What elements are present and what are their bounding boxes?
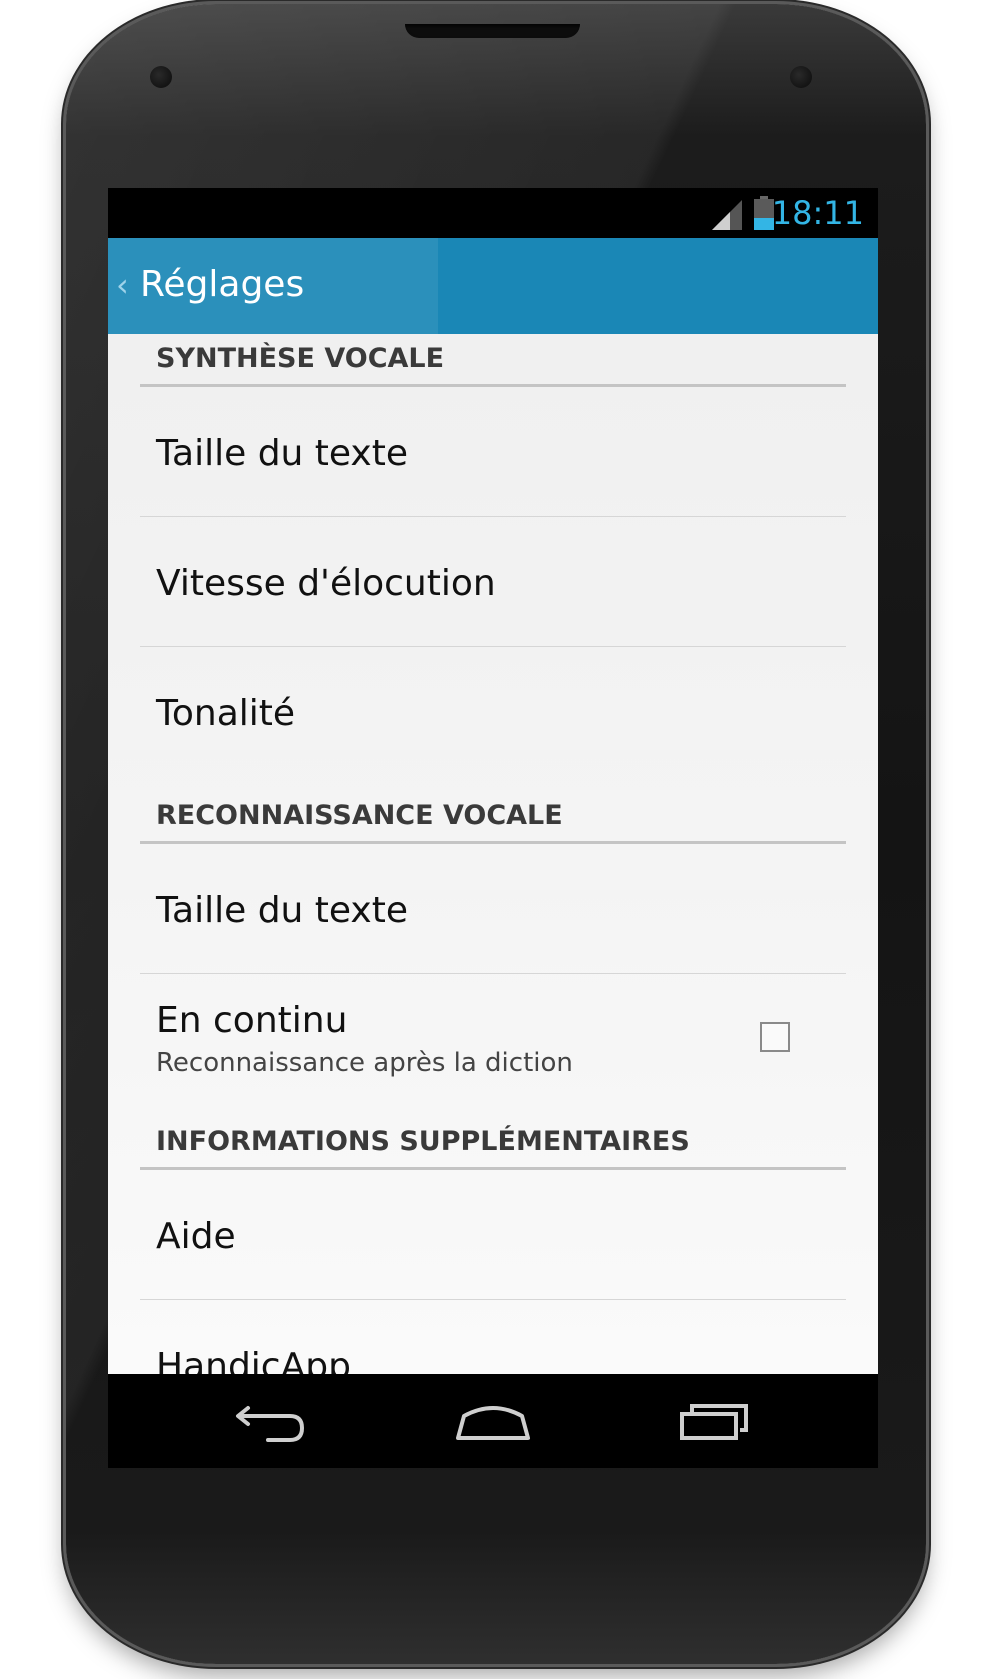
status-time: 18:11	[771, 194, 864, 232]
recents-icon[interactable]	[668, 1394, 758, 1448]
up-chevron-icon[interactable]: ‹	[116, 266, 129, 304]
back-icon[interactable]	[228, 1394, 318, 1448]
signal-icon	[712, 200, 742, 230]
en-continu-checkbox[interactable]	[760, 1022, 790, 1052]
section-header-label: INFORMATIONS SUPPLÉMENTAIRES	[156, 1126, 690, 1157]
section-header-label: SYNTHÈSE VOCALE	[156, 343, 445, 374]
screen: 18:11 ‹ Réglages SYNTHÈSE VOCALE Taille …	[108, 188, 878, 1468]
earpiece-speaker	[405, 24, 580, 38]
status-bar: 18:11	[108, 188, 878, 238]
proximity-sensor	[150, 66, 172, 88]
pref-title: HandicApp	[156, 1346, 351, 1374]
pref-title: Taille du texte	[156, 433, 408, 474]
pref-item-handicapp[interactable]: HandicApp	[140, 1300, 846, 1374]
pref-title: Taille du texte	[156, 890, 408, 931]
pref-item-vitesse-elocution[interactable]: Vitesse d'élocution	[140, 517, 846, 647]
pref-item-tonalite[interactable]: Tonalité	[140, 647, 846, 777]
front-camera	[790, 66, 812, 88]
section-header-reconnaissance: RECONNAISSANCE VOCALE	[140, 791, 846, 844]
section-header-label: RECONNAISSANCE VOCALE	[156, 800, 563, 831]
section-header-informations: INFORMATIONS SUPPLÉMENTAIRES	[140, 1117, 846, 1170]
pref-item-taille-texte-reconnaissance[interactable]: Taille du texte	[140, 844, 846, 974]
action-bar-title[interactable]: Réglages	[140, 264, 304, 305]
pref-item-aide[interactable]: Aide	[140, 1170, 846, 1300]
pref-summary: Reconnaissance après la diction	[156, 1048, 573, 1078]
pref-item-en-continu[interactable]: En continu Reconnaissance après la dicti…	[140, 974, 846, 1094]
pref-title: En continu	[156, 1000, 348, 1041]
action-bar: ‹ Réglages	[108, 238, 878, 334]
pref-title: Vitesse d'élocution	[156, 563, 496, 604]
preferences-list: SYNTHÈSE VOCALE Taille du texte Vitesse …	[108, 334, 878, 1374]
pref-title: Aide	[156, 1216, 236, 1257]
navigation-bar	[108, 1374, 878, 1468]
pref-item-taille-texte-synthese[interactable]: Taille du texte	[140, 387, 846, 517]
section-header-synthese: SYNTHÈSE VOCALE	[140, 334, 846, 387]
pref-title: Tonalité	[156, 693, 296, 734]
home-icon[interactable]	[448, 1394, 538, 1448]
